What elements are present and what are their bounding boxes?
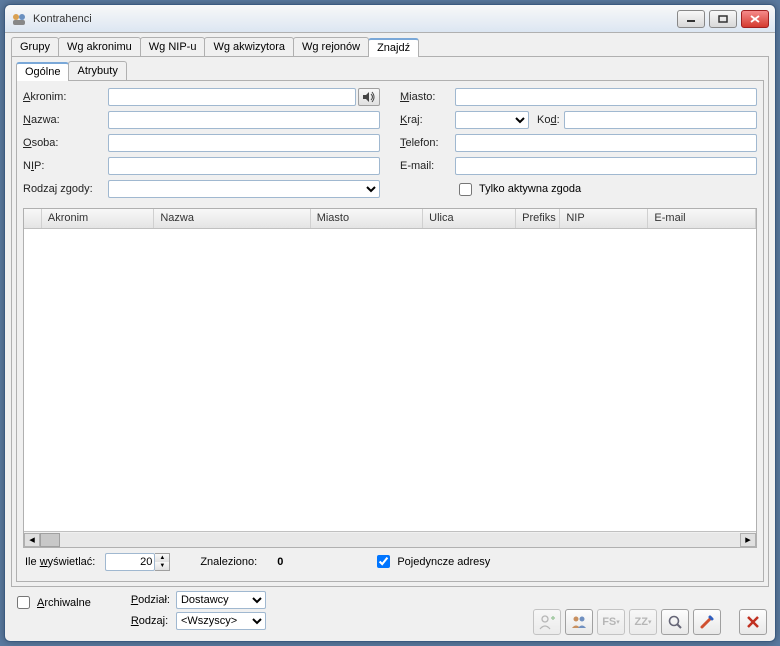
tylko-aktywna-label: Tylko aktywna zgoda <box>479 183 581 195</box>
results-grid: AkronimNazwaMiastoUlicaPrefiksNIPE-mail … <box>23 208 757 548</box>
rodzaj-zgody-select[interactable] <box>108 180 380 198</box>
tabs-inner: OgólneAtrybuty <box>16 61 764 81</box>
pojedyncze-label: Pojedyncze adresy <box>397 556 490 568</box>
maximize-button[interactable] <box>709 10 737 28</box>
kod-label: Kod: <box>537 114 560 126</box>
fs-icon: FS <box>602 616 616 628</box>
close-button[interactable] <box>739 609 767 635</box>
archiwalne-label: Archiwalne <box>37 597 91 609</box>
speak-button[interactable] <box>358 88 380 106</box>
zz-icon: ZZ <box>635 616 648 628</box>
rodzaj-select[interactable]: <Wszyscy> <box>176 612 266 630</box>
column-header-prefiks[interactable]: Prefiks <box>516 209 560 228</box>
podzial-label: Podział: <box>131 594 170 606</box>
grid-header: AkronimNazwaMiastoUlicaPrefiksNIPE-mail <box>24 209 756 229</box>
column-header-ulica[interactable]: Ulica <box>423 209 516 228</box>
tylko-aktywna-checkbox[interactable] <box>459 183 472 196</box>
nip-label: NIP: <box>23 160 108 172</box>
titlebar: Kontrahenci <box>5 5 775 33</box>
ile-up-button[interactable]: ▲ <box>155 554 169 562</box>
subtab-atrybuty[interactable]: Atrybuty <box>68 61 126 80</box>
tab-wg-nip-u[interactable]: Wg NIP-u <box>140 37 206 56</box>
speaker-icon <box>362 91 376 103</box>
zz-button[interactable]: ZZ▾ <box>629 609 657 635</box>
grid-body[interactable] <box>24 229 756 531</box>
fs-button[interactable]: FS▾ <box>597 609 625 635</box>
tab-wg-akwizytora[interactable]: Wg akwizytora <box>204 37 294 56</box>
groups-icon <box>570 614 588 630</box>
column-header-nazwa[interactable]: Nazwa <box>154 209 310 228</box>
column-header-nip[interactable]: NIP <box>560 209 648 228</box>
osoba-input[interactable] <box>108 134 380 152</box>
archiwalne-checkbox[interactable] <box>17 596 30 609</box>
email-input[interactable] <box>455 157 757 175</box>
kod-input[interactable] <box>564 111 757 129</box>
column-header-akronim[interactable]: Akronim <box>42 209 154 228</box>
app-icon <box>11 11 27 27</box>
miasto-label: Miasto: <box>400 91 455 103</box>
add-person-button[interactable] <box>533 609 561 635</box>
window-title: Kontrahenci <box>33 13 677 25</box>
search-icon <box>667 614 683 630</box>
podzial-select[interactable]: Dostawcy <box>176 591 266 609</box>
telefon-label: Telefon: <box>400 137 455 149</box>
scroll-left-button[interactable]: ◂ <box>24 533 40 547</box>
ile-input[interactable] <box>105 553 155 571</box>
rodzaj-zgody-label: Rodzaj zgody: <box>23 183 108 195</box>
window: Kontrahenci GrupyWg akronimuWg NIP-uWg a… <box>4 4 776 642</box>
search-button[interactable] <box>661 609 689 635</box>
tabs-outer: GrupyWg akronimuWg NIP-uWg akwizytoraWg … <box>11 37 769 57</box>
column-header-e-mail[interactable]: E-mail <box>648 209 756 228</box>
edit-button[interactable] <box>693 609 721 635</box>
ile-down-button[interactable]: ▼ <box>155 562 169 570</box>
tab-znajdź[interactable]: Znajdź <box>368 38 419 57</box>
pojedyncze-checkbox[interactable] <box>377 555 390 568</box>
kraj-label: Kraj: <box>400 114 455 126</box>
add-person-icon <box>538 614 556 630</box>
miasto-input[interactable] <box>455 88 757 106</box>
email-label: E-mail: <box>400 160 455 172</box>
akronim-input[interactable] <box>108 88 356 106</box>
ile-label: Ile wyświetlać: <box>25 556 95 568</box>
nazwa-label: Nazwa: <box>23 114 108 126</box>
nip-input[interactable] <box>108 157 380 175</box>
column-header-miasto[interactable]: Miasto <box>311 209 423 228</box>
close-icon <box>746 615 760 629</box>
close-window-button[interactable] <box>741 10 769 28</box>
rodzaj-label: Rodzaj: <box>131 615 170 627</box>
znaleziono-value: 0 <box>277 556 283 568</box>
subtab-ogólne[interactable]: Ogólne <box>16 62 69 81</box>
osoba-label: Osoba: <box>23 137 108 149</box>
telefon-input[interactable] <box>455 134 757 152</box>
tab-grupy[interactable]: Grupy <box>11 37 59 56</box>
tab-wg-akronimu[interactable]: Wg akronimu <box>58 37 141 56</box>
nazwa-input[interactable] <box>108 111 380 129</box>
znaleziono-label: Znaleziono: <box>200 556 257 568</box>
grid-scrollbar[interactable]: ◂ ▸ <box>24 531 756 547</box>
minimize-button[interactable] <box>677 10 705 28</box>
kraj-select[interactable] <box>455 111 529 129</box>
akronim-label: Akronim: <box>23 91 108 103</box>
tab-wg-rejonów[interactable]: Wg rejonów <box>293 37 369 56</box>
scroll-thumb[interactable] <box>40 533 60 547</box>
groups-button[interactable] <box>565 609 593 635</box>
edit-icon <box>699 614 715 630</box>
scroll-right-button[interactable]: ▸ <box>740 533 756 547</box>
